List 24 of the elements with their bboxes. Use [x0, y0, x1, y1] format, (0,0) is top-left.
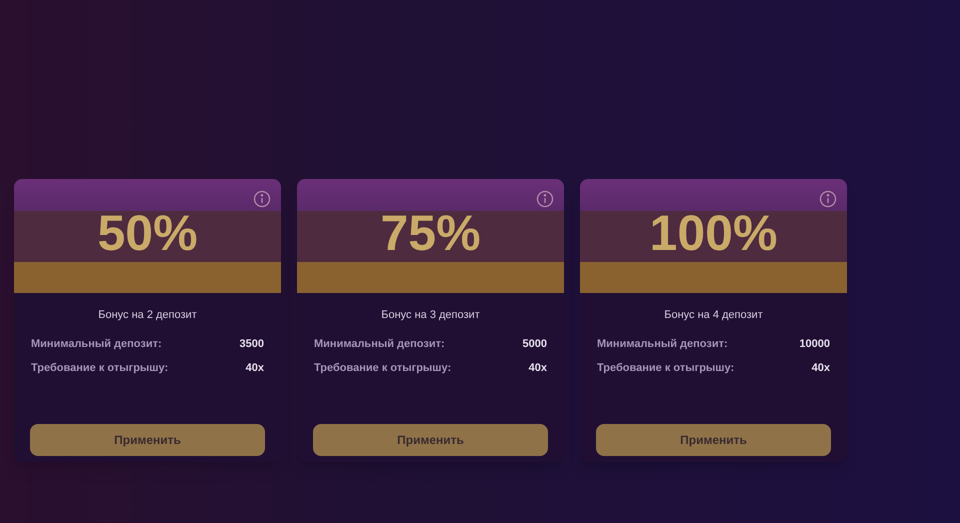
condition-value: 40x [528, 361, 547, 376]
condition-label: Требование к отыгрышу: [314, 361, 452, 376]
bonus-percent: 75% [379, 204, 482, 263]
condition-label: Минимальный депозит: [314, 336, 445, 352]
condition-value: 40x [812, 361, 830, 376]
condition-label: Требование к отыгрышу: [31, 361, 168, 376]
condition-value: 5000 [522, 336, 547, 352]
bonus-percent: 100% [648, 204, 778, 263]
condition-value: 40x [246, 361, 264, 376]
condition-label: Требование к отыгрышу: [597, 361, 734, 376]
bonus-title: Бонус на 3 депозит [380, 308, 481, 323]
info-icon[interactable] [819, 190, 837, 208]
apply-button[interactable]: Применить [313, 424, 548, 456]
condition-value: 10000 [799, 336, 830, 352]
bonus-percent: 50% [96, 204, 199, 263]
condition-value: 3500 [240, 336, 264, 352]
apply-button[interactable]: Применить [30, 424, 265, 456]
bonus-title: Бонус на 2 депозит [97, 308, 198, 323]
condition-label: Минимальный депозит: [31, 336, 162, 352]
info-icon[interactable] [253, 190, 271, 208]
apply-button[interactable]: Применить [596, 424, 831, 456]
bonus-title: Бонус на 4 депозит [663, 308, 764, 323]
info-icon[interactable] [536, 190, 554, 208]
condition-label: Минимальный депозит: [597, 336, 728, 352]
